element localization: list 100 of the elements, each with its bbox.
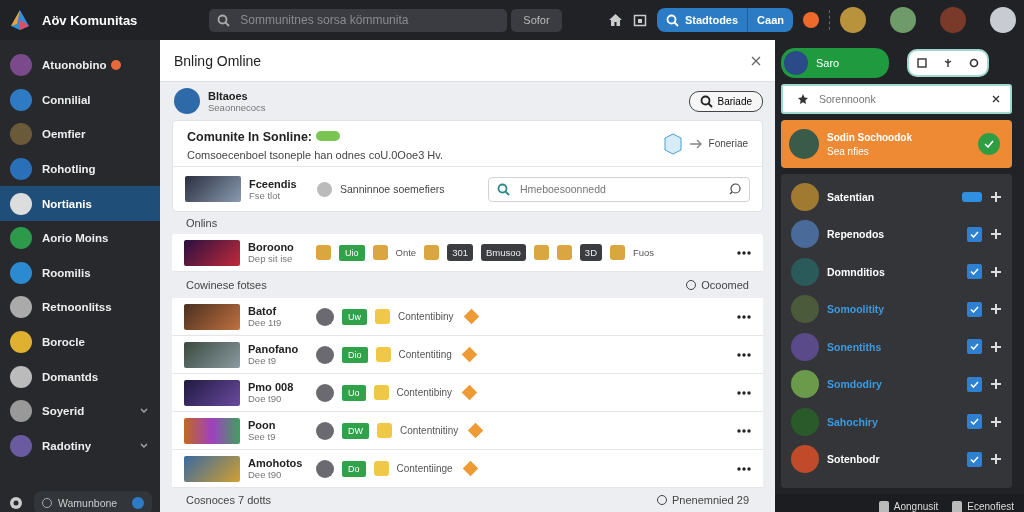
more-icon[interactable] [737,466,751,471]
game-icon [375,309,390,324]
more-icon[interactable] [737,250,751,255]
friend-name[interactable]: Somoolitity [827,303,885,316]
badge-dot [110,60,121,71]
move-icon[interactable] [990,453,1002,466]
section-heading: Onlins [186,217,218,229]
photo-placeholder [185,176,241,202]
checkbox[interactable] [967,301,982,317]
item-name: Batof [248,305,278,317]
footer-link[interactable]: Ecenofiest [952,500,1014,512]
sidebar-item[interactable]: Roomilis [0,255,160,291]
sidebar-item[interactable]: Oemfier [0,117,160,152]
friend-name[interactable]: Satentian [827,190,875,203]
check-icon [970,230,979,238]
action-button[interactable]: Stadtodes [656,8,748,32]
checkbox[interactable] [967,414,982,430]
checkbox[interactable] [967,376,982,392]
more-icon[interactable] [737,390,751,395]
move-icon[interactable] [990,378,1002,391]
item-name: Fceendis [249,177,298,190]
status-text: Contentibiny [396,387,453,398]
search-field[interactable]: Hmeboesoonnedd [488,176,750,202]
section-action[interactable]: Ocoomed [701,279,749,291]
close-icon[interactable] [751,55,761,66]
move-icon[interactable] [990,190,1002,203]
card-link[interactable]: Foneriae [708,138,748,149]
friend-name[interactable]: Domnditios [827,265,885,278]
friend-name[interactable]: Repenodos [827,228,885,241]
photo-placeholder [184,379,240,406]
move-icon[interactable] [990,303,1002,316]
search-field[interactable]: Sommunitnes sorsa kömmunita [209,8,508,32]
avatar [10,192,32,215]
photo-placeholder [184,239,240,266]
sidebar-item[interactable]: Domantds [0,359,160,394]
friend-name[interactable]: Sotenbodr [827,453,880,466]
friend-name[interactable]: Sahochiry [827,415,878,428]
checkbox[interactable] [967,339,982,355]
avatar [791,370,819,399]
search-button[interactable]: Sofor [511,8,562,32]
avatar [940,7,966,33]
more-icon[interactable] [737,314,751,319]
action-button-group[interactable]: Stadtodes Caan [656,8,793,32]
chevron-icon[interactable] [140,442,148,449]
item-name: Poon [248,419,277,431]
more-icon[interactable] [737,428,751,433]
footer-link[interactable]: Aongnusit [878,500,939,512]
avatar [10,261,32,284]
checkbox[interactable] [967,264,982,280]
move-icon[interactable] [990,340,1002,353]
grid-icon[interactable] [917,58,927,68]
sidebar-item[interactable]: Atuonobino [0,48,160,83]
sidebar-item[interactable]: Retnoonlitss [0,290,160,325]
chat-icon [729,183,741,195]
search-input[interactable]: Sommunitnes sorsa kömmunita [238,12,500,28]
calendar-icon[interactable] [632,13,647,27]
avatar [840,7,866,33]
avatar [791,445,819,474]
circle-icon[interactable] [969,58,979,68]
status-text: Contentiting [398,349,452,360]
game-icon [316,245,331,260]
toggle[interactable] [962,191,982,202]
item-label: Sanninnoe soemefiers [340,183,445,195]
home-icon[interactable] [607,13,623,27]
photo-placeholder [184,303,240,330]
cube-icon [662,132,683,155]
pin-icon[interactable] [943,58,953,68]
section-heading: Cowinese fotses [186,279,267,291]
friend-name[interactable]: Somdodiry [827,378,882,391]
more-icon[interactable] [737,352,751,357]
star-icon [797,93,809,105]
checkbox[interactable] [967,451,982,467]
notification-icon[interactable] [803,12,819,28]
move-icon[interactable] [990,415,1002,428]
sidebar-item[interactable]: Connilial [0,82,160,118]
chevron-icon[interactable] [140,408,148,415]
card-subtitle: Sea nfies [827,145,870,157]
sidebar-item[interactable]: Borocle [0,324,160,360]
sidebar-item[interactable]: Nortianis [0,186,160,221]
tag: 3D [579,244,602,261]
game-icon [375,347,391,362]
search-field[interactable]: Sorennoonk [781,84,1012,114]
close-icon[interactable] [992,95,1000,103]
item-name: Boroono [248,241,295,253]
sidebar-item[interactable]: Radotiny [0,428,160,464]
move-icon[interactable] [990,265,1002,278]
avatar [791,257,819,286]
sidebar-item[interactable]: Aorio Moins [0,220,160,256]
search-button[interactable]: Bariade [688,90,763,112]
checkbox[interactable] [967,226,982,242]
secondary-button[interactable]: Caan [747,8,793,32]
sidebar-item[interactable]: Soyerid [0,393,160,429]
status-pill[interactable]: Wamunbone [34,491,152,512]
avatar [10,434,32,457]
move-icon[interactable] [990,228,1002,241]
avatar [791,295,819,324]
settings-icon[interactable] [8,495,24,511]
friend-name[interactable]: Sonentiths [827,340,882,353]
profile-pill[interactable]: Saro [781,48,889,78]
sidebar-item[interactable]: Rohotling [0,151,160,187]
